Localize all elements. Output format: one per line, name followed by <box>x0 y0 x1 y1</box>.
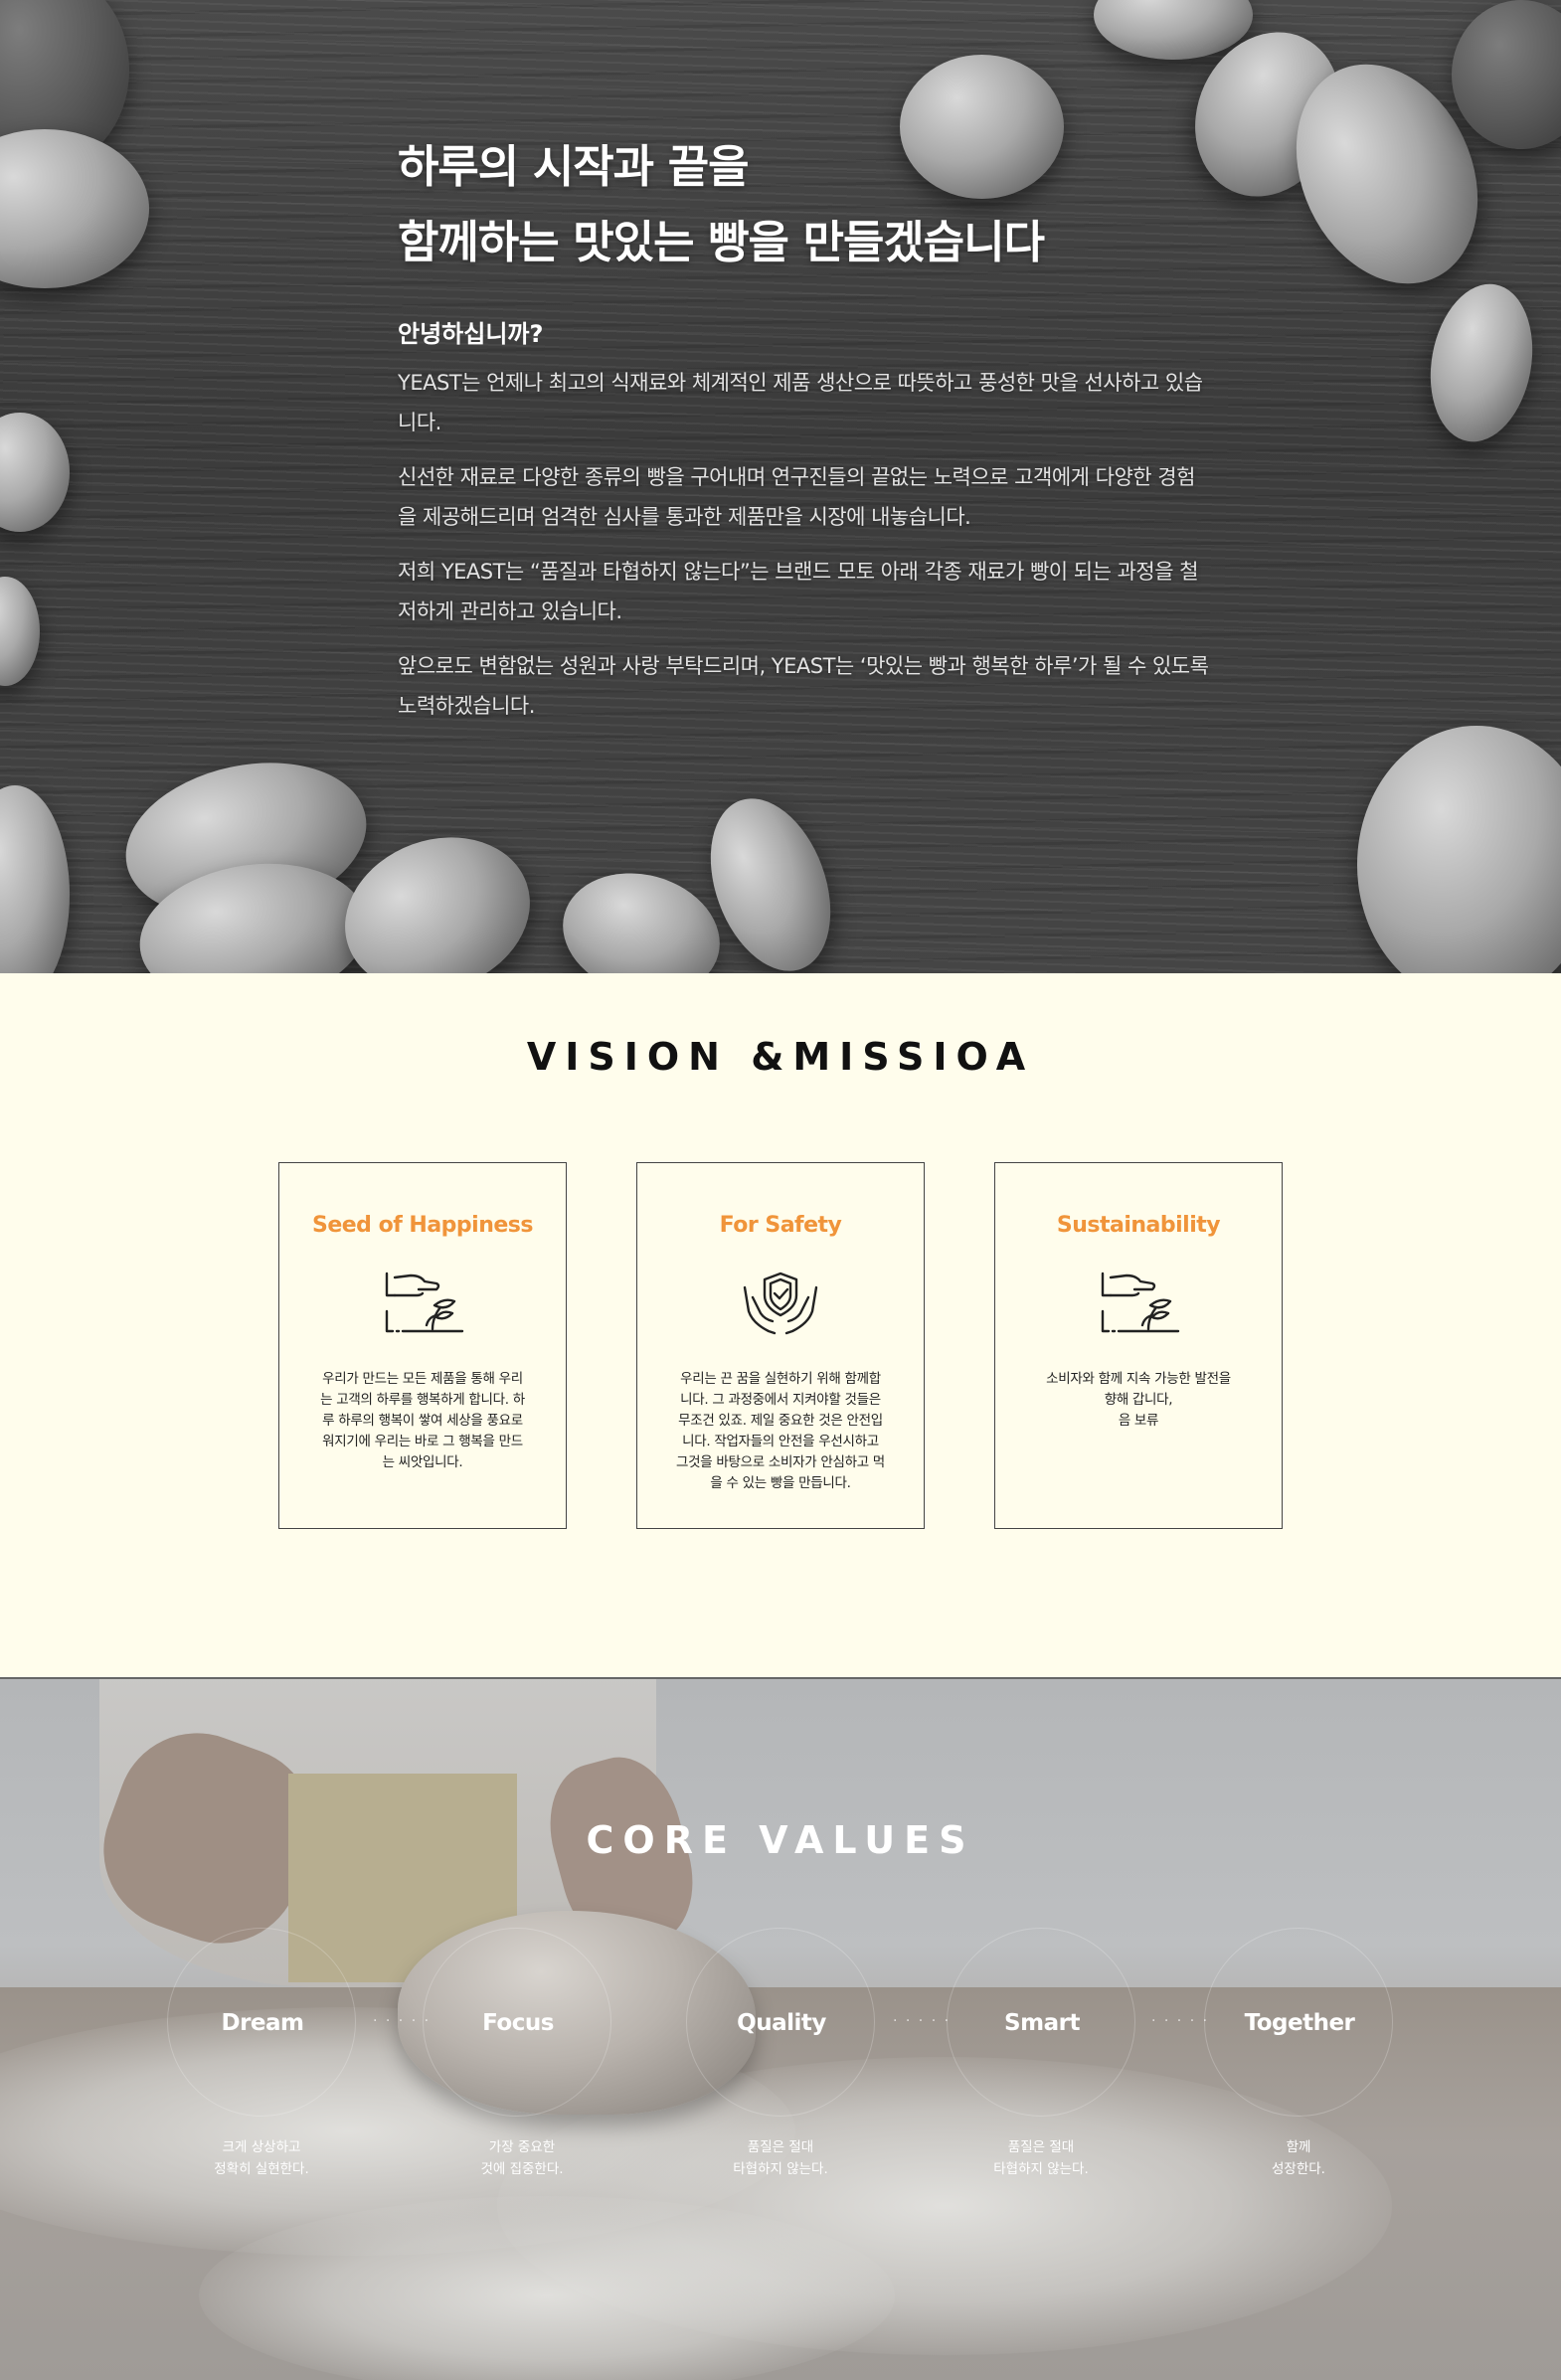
hand-sprout-icon <box>385 1272 464 1333</box>
core-value-name: Smart <box>1004 2010 1080 2036</box>
bread-image <box>1418 275 1545 450</box>
core-value-description-line: 품질은 절대 <box>747 2139 814 2155</box>
core-value-description-line: 크게 상상하고 <box>222 2139 301 2155</box>
hero-paragraph: 앞으로도 변함없는 성원과 사랑 부탁드리며, YEAST는 ‘맛있는 빵과 행… <box>398 654 1209 718</box>
vision-card: For Safety 우리는 끈 꿈을 실현하기 위해 함께합니다. 그 과정중… <box>636 1162 925 1529</box>
hero-title-line: 함께하는 맛있는 빵을 만들겠습니다 <box>398 216 1045 268</box>
vision-card: Sustainability 소비자와 함께 지속 가능한 발전을 향해 갑니다… <box>994 1162 1283 1529</box>
card-description-line: 향해 갑니다, <box>1104 1392 1173 1408</box>
bread-image <box>0 413 70 532</box>
core-value-description-line: 가장 중요한 <box>488 2139 556 2155</box>
separator-dots: · · · · · <box>893 2013 952 2029</box>
hero-title: 하루의 시작과 끝을 함께하는 맛있는 빵을 만들겠습니다 <box>398 129 1213 280</box>
bread-image <box>0 129 149 288</box>
hero-paragraph: 신선한 재료로 다양한 종류의 빵을 구어내며 연구진들의 끝없는 노력으로 고… <box>398 465 1195 529</box>
card-description: 소비자와 함께 지속 가능한 발전을 향해 갑니다, 음 보류 <box>1034 1369 1243 1432</box>
core-value-description: 함께 성장한다. <box>1204 2136 1393 2180</box>
core-value-description-line: 함께 <box>1286 2139 1311 2155</box>
hero-paragraph: 저희 YEAST는 “품질과 타협하지 않는다”는 브랜드 모토 아래 각종 재… <box>398 560 1199 623</box>
core-value-circle: Smart <box>947 1928 1135 2117</box>
card-description-line: 음 보류 <box>1118 1413 1159 1429</box>
core-value-description: 크게 상상하고 정확히 실현한다. <box>167 2136 356 2180</box>
separator-dots: · · · · · <box>1151 2013 1210 2029</box>
hands-shield-icon <box>743 1272 818 1335</box>
core-value-description: 가장 중요한 것에 집중한다. <box>428 2136 616 2180</box>
hero-text: 하루의 시작과 끝을 함께하는 맛있는 빵을 만들겠습니다 안녕하십니까? YE… <box>398 129 1213 726</box>
core-value-description-line: 타협하지 않는다. <box>993 2161 1089 2177</box>
core-value-description-line: 타협하지 않는다. <box>733 2161 828 2177</box>
card-description: 우리는 끈 꿈을 실현하기 위해 함께합니다. 그 과정중에서 지켜야할 것들은… <box>676 1371 885 1491</box>
bread-image <box>1357 726 1561 973</box>
bread-image <box>549 856 734 973</box>
core-value-circle: Focus <box>423 1928 611 2117</box>
core-value-name: Dream <box>221 2010 304 2036</box>
core-value-name: Together <box>1244 2010 1355 2036</box>
core-value-description-line: 성장한다. <box>1272 2161 1325 2177</box>
herb-image <box>1452 0 1561 149</box>
core-values-section: CORE VALUES Dream Focus Quality Smart To… <box>0 1677 1561 2380</box>
hero-section: 하루의 시작과 끝을 함께하는 맛있는 빵을 만들겠습니다 안녕하십니까? YE… <box>0 0 1561 973</box>
vision-card: Seed of Happiness 우리가 만드는 모든 제품을 통해 우리는 … <box>278 1162 567 1529</box>
bread-image <box>0 785 70 973</box>
core-value-name: Quality <box>737 2010 826 2036</box>
vision-section: VISION &MISSIOA Seed of Happiness 우리가 만드… <box>0 973 1561 1677</box>
core-value-description-line: 품질은 절대 <box>1007 2139 1075 2155</box>
core-value-description: 품질은 절대 타협하지 않는다. <box>686 2136 875 2180</box>
hero-paragraph: YEAST는 언제나 최고의 식재료와 체계적인 제품 생산으로 따뜻하고 풍성… <box>398 371 1203 434</box>
core-value-description: 품질은 절대 타협하지 않는다. <box>947 2136 1135 2180</box>
card-title: For Safety <box>719 1213 842 1238</box>
flour-image <box>199 2196 895 2380</box>
card-description-line: 소비자와 함께 지속 가능한 발전을 <box>1046 1371 1231 1387</box>
card-title: Seed of Happiness <box>311 1213 534 1238</box>
card-description: 우리가 만드는 모든 제품을 통해 우리는 고객의 하루를 행복하게 합니다. … <box>320 1371 525 1470</box>
section-title: CORE VALUES <box>586 1818 975 1862</box>
core-value-circle: Quality <box>686 1928 875 2117</box>
section-title: VISION &MISSIOA <box>526 1035 1035 1079</box>
core-value-circle: Together <box>1204 1928 1393 2117</box>
hero-greeting: 안녕하십니까? <box>398 320 544 348</box>
core-value-description-line: 것에 집중한다. <box>480 2161 564 2177</box>
bread-image <box>0 577 40 686</box>
separator-dots: · · · · · <box>373 2013 432 2029</box>
core-value-name: Focus <box>482 2010 554 2036</box>
core-value-description-line: 정확히 실현한다. <box>214 2161 309 2177</box>
hero-title-line: 하루의 시작과 끝을 <box>398 140 750 193</box>
hand-sprout-icon <box>1101 1272 1180 1333</box>
core-value-circle: Dream <box>167 1928 356 2117</box>
card-title: Sustainability <box>1056 1213 1221 1238</box>
